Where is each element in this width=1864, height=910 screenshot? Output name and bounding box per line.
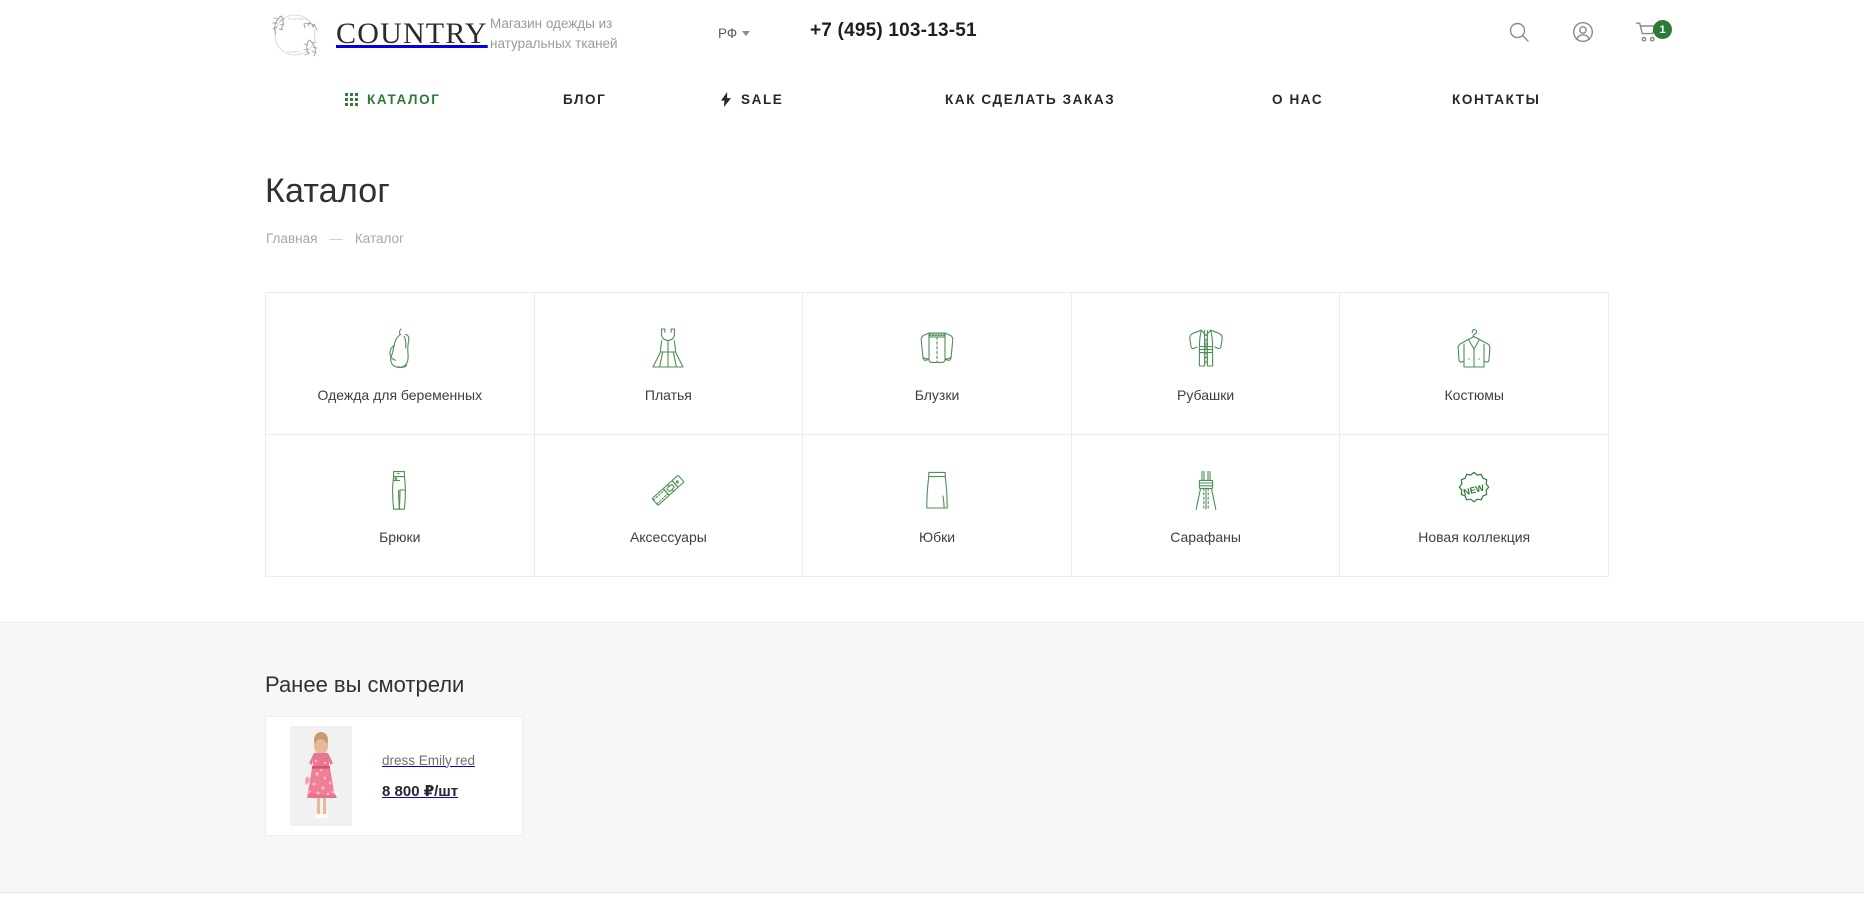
nav-label: О НАС [1272, 92, 1324, 107]
breadcrumb-current: Каталог [354, 231, 404, 246]
red-floral-dress-photo [290, 726, 352, 826]
maternity-dress-icon [380, 325, 420, 373]
category-label: Сарафаны [1170, 528, 1241, 545]
category-card-new-collection[interactable]: NEW Новая коллекция [1340, 435, 1609, 577]
recently-viewed-info: dress Emily red 8 800 ₽/шт [382, 753, 475, 800]
header-icon-group: 1 [1507, 20, 1672, 44]
belt-icon [646, 467, 690, 515]
blouse-icon [916, 325, 958, 373]
sundress-icon [1186, 467, 1226, 515]
nav-label: SALE [741, 92, 784, 107]
category-label: Рубашки [1177, 386, 1235, 403]
page-title: Каталог [265, 172, 390, 210]
nav-item-blog[interactable]: БЛОГ [563, 92, 606, 107]
nav-label: КАК СДЕЛАТЬ ЗАКАЗ [945, 92, 1116, 107]
category-label: Новая коллекция [1418, 528, 1531, 545]
category-card-sundresses[interactable]: Сарафаны [1071, 435, 1341, 577]
phone-link[interactable]: +7 (495) 103-13-51 [810, 20, 977, 42]
region-label: РФ [718, 26, 738, 41]
breadcrumb-separator: — [329, 231, 343, 246]
category-label: Брюки [379, 528, 421, 545]
catalog-page: CLOTHES STORE COUNTRY Магазин одежды из … [0, 0, 1864, 910]
new-badge-icon: NEW [1451, 467, 1497, 515]
product-price: 8 800 ₽/шт [382, 782, 459, 800]
category-label: Одежда для беременных [317, 386, 483, 403]
svg-text:CLOTHES: CLOTHES [288, 17, 307, 21]
category-grid: Одежда для беременных Платья Блузки Руба… [265, 292, 1609, 577]
site-header: CLOTHES STORE COUNTRY Магазин одежды из … [0, 0, 1864, 70]
nav-item-contacts[interactable]: КОНТАКТЫ [1452, 92, 1540, 107]
shirt-icon [1185, 325, 1227, 373]
wreath-logo-icon: CLOTHES STORE [264, 4, 326, 66]
category-card-maternity[interactable]: Одежда для беременных [266, 293, 535, 435]
trousers-icon [380, 467, 420, 515]
nav-item-how-to-order[interactable]: КАК СДЕЛАТЬ ЗАКАЗ [945, 92, 1115, 107]
nav-label: КАТАЛОГ [367, 92, 441, 107]
site-logo[interactable]: CLOTHES STORE COUNTRY [264, 4, 488, 66]
category-label: Юбки [918, 528, 956, 545]
suit-on-hanger-icon [1453, 325, 1495, 373]
svg-text:STORE: STORE [287, 50, 300, 54]
category-card-dresses[interactable]: Платья [534, 293, 804, 435]
category-card-blouses[interactable]: Блузки [803, 293, 1072, 435]
dress-icon [648, 325, 688, 373]
nav-item-sale[interactable]: SALE [720, 92, 783, 107]
main-nav: КАТАЛОГ БЛОГ SALE КАК СДЕЛАТЬ ЗАКАЗ О НА… [0, 92, 1864, 132]
category-card-skirts[interactable]: Юбки [803, 435, 1072, 577]
recently-viewed-title: Ранее вы смотрели [265, 672, 465, 697]
recently-viewed-card[interactable]: dress Emily red 8 800 ₽/шт [265, 716, 523, 836]
logo-wordmark: COUNTRY [336, 16, 488, 50]
category-label: Костюмы [1444, 386, 1504, 403]
category-label: Платья [644, 386, 692, 403]
search-icon[interactable] [1507, 20, 1531, 44]
category-label: Блузки [914, 386, 960, 403]
skirt-icon [917, 467, 957, 515]
product-name: dress Emily red [382, 752, 476, 768]
nav-item-about[interactable]: О НАС [1272, 92, 1323, 107]
nav-item-catalog[interactable]: КАТАЛОГ [345, 92, 440, 107]
account-icon[interactable] [1571, 20, 1595, 44]
category-card-suits[interactable]: Костюмы [1340, 293, 1609, 435]
chevron-down-icon [742, 31, 751, 36]
cart-count-badge: 1 [1653, 20, 1672, 39]
category-card-accessories[interactable]: Аксессуары [534, 435, 804, 577]
region-selector[interactable]: РФ [718, 26, 751, 41]
category-card-shirts[interactable]: Рубашки [1071, 293, 1341, 435]
category-card-trousers[interactable]: Брюки [266, 435, 535, 577]
breadcrumb: Главная — Каталог [266, 231, 404, 246]
nav-label: БЛОГ [563, 92, 607, 107]
category-label: Аксессуары [629, 528, 707, 545]
nav-label: КОНТАКТЫ [1452, 92, 1541, 107]
cart-button[interactable]: 1 [1635, 20, 1672, 44]
bolt-icon [720, 92, 732, 107]
breadcrumb-home[interactable]: Главная [266, 231, 317, 246]
svg-text:NEW: NEW [1463, 482, 1486, 497]
site-tagline: Магазин одежды из натуральных тканей [490, 16, 618, 51]
grid-icon [345, 93, 358, 106]
